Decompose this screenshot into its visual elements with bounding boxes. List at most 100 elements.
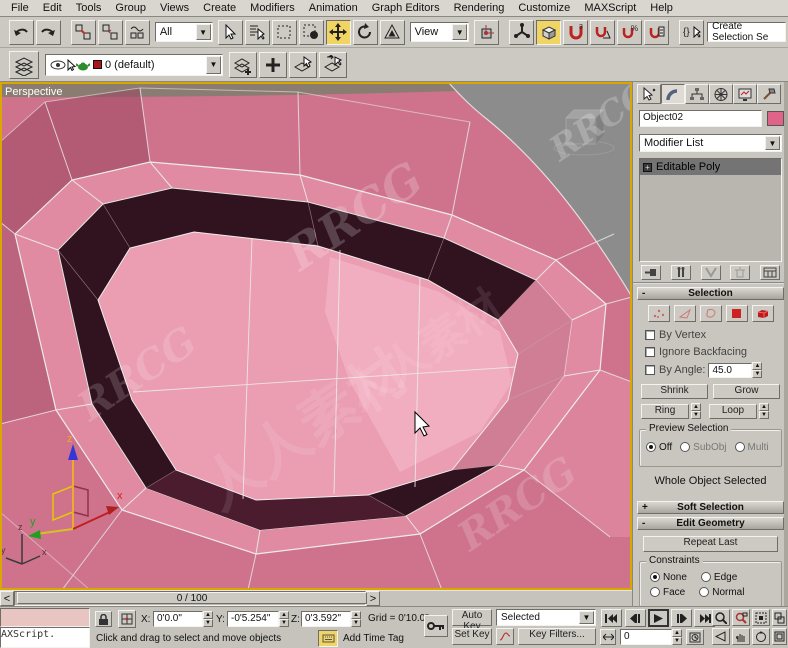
snap-3d-button[interactable]: 3 — [563, 19, 589, 45]
preview-off-radio[interactable]: Off — [646, 442, 672, 453]
by-angle-spinner[interactable]: ▲ ▼ — [752, 362, 763, 378]
menu-rendering[interactable]: Rendering — [447, 1, 512, 15]
go-to-start-button[interactable] — [601, 609, 622, 627]
by-vertex-row[interactable]: By Vertex — [645, 329, 788, 341]
spinner-snap-button[interactable] — [644, 19, 670, 45]
select-object-button[interactable] — [217, 19, 243, 45]
pin-stack-button[interactable] — [641, 265, 661, 280]
object-name-field[interactable]: Object02 — [639, 110, 762, 127]
loop-spinner[interactable]: ▲ ▼ — [759, 403, 769, 419]
repeat-last-button[interactable]: Repeat Last — [643, 536, 778, 552]
select-manipulate-button[interactable] — [509, 19, 535, 45]
arc-rotate-button[interactable] — [752, 628, 770, 645]
set-keys-button[interactable] — [424, 615, 448, 637]
subobject-border-button[interactable] — [699, 305, 722, 322]
menu-help[interactable]: Help — [643, 1, 680, 15]
time-slider-thumb[interactable]: 0 / 100 — [17, 592, 367, 604]
zoom-extents-all-button[interactable] — [772, 609, 787, 626]
absolute-mode-button[interactable] — [118, 610, 136, 628]
add-time-tag[interactable]: Add Time Tag — [343, 633, 423, 644]
loop-button[interactable]: Loop — [709, 403, 757, 419]
collapse-icon[interactable]: - — [642, 288, 645, 299]
bind-spacewarp-button[interactable] — [124, 19, 150, 45]
curve-editor-button[interactable] — [496, 628, 514, 645]
select-by-name-button[interactable] — [244, 19, 270, 45]
rollout-selection[interactable]: - Selection — [637, 287, 784, 300]
dropdown-arrow-icon[interactable]: ▼ — [765, 136, 780, 150]
constraint-none-radio[interactable]: None — [650, 572, 687, 583]
set-current-layer-button[interactable] — [319, 51, 347, 78]
maxscript-listener-line[interactable]: AXScript. — [0, 627, 90, 648]
by-vertex-checkbox[interactable] — [645, 330, 655, 340]
menu-views[interactable]: Views — [153, 1, 196, 15]
current-frame-field[interactable]: 0 — [620, 629, 672, 645]
grow-button[interactable]: Grow — [713, 384, 780, 399]
prev-frame-button[interactable] — [625, 609, 646, 627]
add-to-layer-button[interactable] — [259, 51, 287, 78]
y-spinner[interactable]: ▲ ▼ — [279, 611, 289, 627]
tab-hierarchy[interactable] — [685, 84, 709, 104]
next-frame-button[interactable] — [671, 609, 692, 627]
ring-spinner[interactable]: ▲ ▼ — [691, 403, 701, 419]
by-angle-field[interactable]: 45.0 — [708, 362, 753, 378]
angle-snap-button[interactable] — [590, 19, 616, 45]
z-spinner[interactable]: ▲ ▼ — [351, 611, 361, 627]
layer-manager-button[interactable] — [9, 50, 39, 79]
pan-button[interactable] — [732, 628, 750, 645]
shrink-button[interactable]: Shrink — [641, 384, 708, 399]
menu-tools[interactable]: Tools — [69, 1, 109, 15]
subobject-vertex-button[interactable] — [647, 305, 670, 322]
x-spinner[interactable]: ▲ ▼ — [203, 611, 213, 627]
remove-modifier-button[interactable] — [730, 265, 751, 280]
constraint-face-radio[interactable]: Face — [650, 587, 685, 598]
menu-modifiers[interactable]: Modifiers — [243, 1, 302, 15]
rollout-edit-geometry[interactable]: - Edit Geometry — [637, 517, 784, 530]
modifier-list-dropdown[interactable]: Modifier List ▼ — [639, 134, 782, 152]
zoom-extents-button[interactable] — [752, 609, 770, 626]
auto-key-button[interactable]: Auto Key — [452, 609, 492, 632]
x-coordinate-field[interactable]: 0'0.0" — [153, 611, 203, 627]
menu-group[interactable]: Group — [108, 1, 153, 15]
menu-file[interactable]: File — [4, 1, 36, 15]
key-mode-dropdown[interactable]: Selected ▼ — [496, 609, 596, 626]
select-in-layer-button[interactable] — [289, 51, 317, 78]
create-layer-button[interactable] — [229, 51, 257, 78]
undo-button[interactable] — [8, 19, 34, 45]
dropdown-arrow-icon[interactable]: ▼ — [579, 611, 594, 624]
stack-item-editable-poly[interactable]: + Editable Poly — [640, 159, 781, 175]
subobject-edge-button[interactable] — [673, 305, 696, 322]
window-crossing-button[interactable] — [298, 19, 324, 45]
selection-lock-button[interactable] — [95, 611, 112, 627]
coord-system-dropdown[interactable]: View ▼ — [409, 22, 470, 42]
field-of-view-button[interactable] — [712, 628, 730, 645]
tab-modify[interactable] — [661, 84, 685, 104]
play-button[interactable] — [648, 609, 669, 627]
menu-create[interactable]: Create — [196, 1, 243, 15]
dropdown-arrow-icon[interactable]: ▼ — [452, 24, 468, 40]
menu-edit[interactable]: Edit — [36, 1, 69, 15]
menu-animation[interactable]: Animation — [302, 1, 365, 15]
menu-graph-editors[interactable]: Graph Editors — [365, 1, 447, 15]
make-unique-button[interactable] — [700, 265, 721, 280]
rect-selection-region-button[interactable] — [271, 19, 297, 45]
frame-spinner[interactable]: ▲ ▼ — [672, 629, 682, 645]
zoom-all-button[interactable] — [732, 609, 750, 626]
y-coordinate-field[interactable]: -0'5.254" — [227, 611, 279, 627]
tab-create[interactable] — [637, 84, 661, 104]
named-selection-field[interactable]: Create Selection Se — [707, 21, 786, 43]
key-filters-button[interactable]: Key Filters... — [518, 628, 596, 645]
layer-dropdown[interactable]: 0 (default) ▼ — [45, 53, 223, 76]
dropdown-arrow-icon[interactable]: ▼ — [206, 55, 221, 74]
redo-button[interactable] — [35, 19, 61, 45]
tab-utilities[interactable] — [757, 84, 781, 104]
modifier-stack[interactable]: + Editable Poly — [639, 158, 782, 262]
ignore-backfacing-checkbox[interactable] — [645, 347, 655, 357]
panel-scrollbar[interactable] — [784, 82, 788, 606]
select-rotate-button[interactable] — [352, 19, 378, 45]
time-slider-track[interactable]: 0 / 100 — [14, 591, 367, 606]
stack-expand-icon[interactable]: + — [643, 162, 652, 172]
constraint-edge-radio[interactable]: Edge — [700, 572, 737, 583]
tab-motion[interactable] — [709, 84, 733, 104]
menu-customize[interactable]: Customize — [511, 1, 577, 15]
z-coordinate-field[interactable]: 0'3.592" — [301, 611, 351, 627]
